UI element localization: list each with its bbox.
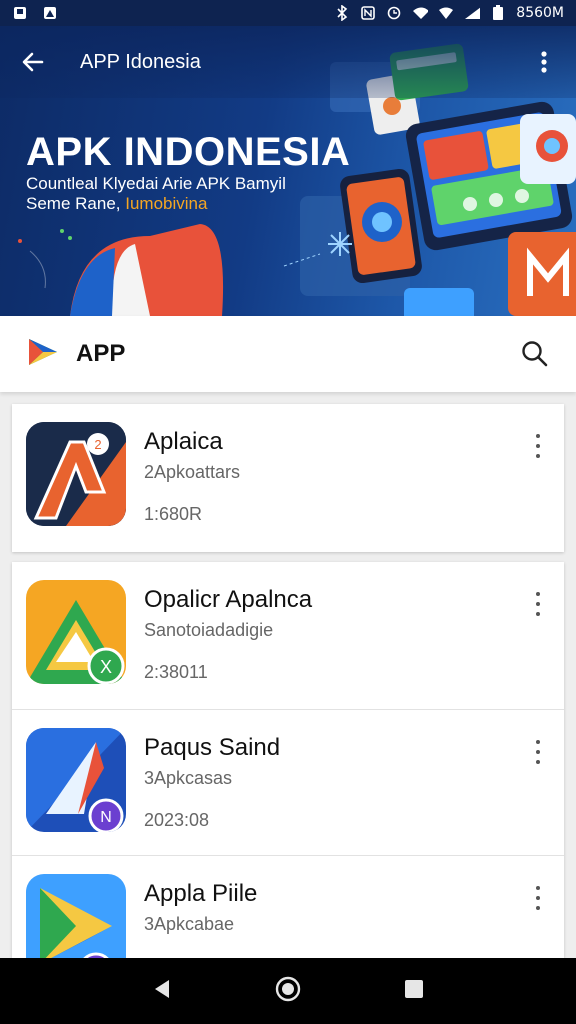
app-badge: X	[100, 657, 112, 677]
wifi-icon	[412, 5, 429, 21]
app-name: Appla Piile	[144, 880, 258, 907]
battery-icon	[490, 5, 506, 21]
banner-subtitle-line1: Countleal Klyedai Arie APK Bamyil	[26, 174, 286, 193]
status-bar: 8560M	[0, 0, 576, 26]
app-list-card: X Opalicr Apalnca Sanotoiadadigie 2:3801…	[12, 562, 564, 958]
orange-a-app-icon: 2	[26, 422, 126, 526]
search-icon[interactable]	[520, 339, 550, 369]
blue-a-app-icon: N	[26, 728, 126, 832]
banner-headline: APK INDONESIA	[26, 130, 351, 174]
app-name: Aplaica	[144, 428, 223, 455]
app-subtitle: Sanotoiadadigie	[144, 620, 274, 640]
store-logo-icon	[26, 335, 60, 374]
signal-icon	[464, 5, 481, 21]
banner-subtitle-accent: Iumobivina	[125, 194, 208, 213]
back-nav-icon[interactable]	[151, 978, 173, 1005]
hero-banner: APP Idonesia APK INDONESIA Countleal Kly…	[0, 26, 576, 316]
app-card: 2 Aplaica 2Apkoattars 1:680R	[12, 404, 564, 552]
recents-nav-icon[interactable]	[403, 978, 425, 1005]
status-time: 8560M	[516, 5, 564, 21]
app-subtitle: 2Apkoattars	[144, 462, 241, 482]
app-list-item[interactable]: N Paqus Saind 3Apkcasas 2023:08	[12, 710, 564, 856]
play-style-app-icon	[26, 874, 126, 958]
section-header-bar: APP	[0, 316, 576, 392]
notification-icon	[12, 5, 28, 21]
app-list-item[interactable]: 2 Aplaica 2Apkoattars 1:680R	[12, 404, 564, 552]
app-bar-title: APP Idonesia	[80, 50, 201, 73]
item-overflow-icon[interactable]	[530, 434, 546, 458]
banner-subtitle-line2: Seme Rane, Iumobivina	[26, 194, 207, 214]
overflow-menu-icon[interactable]	[532, 50, 556, 74]
bluetooth-icon	[334, 5, 350, 21]
sync-icon	[386, 5, 402, 21]
item-overflow-icon[interactable]	[530, 592, 546, 616]
item-overflow-icon[interactable]	[530, 886, 546, 910]
app-meta: 2023:08	[144, 810, 210, 830]
app-name: Paqus Saind	[144, 734, 281, 761]
app-list-item[interactable]: X Opalicr Apalnca Sanotoiadadigie 2:3801…	[12, 562, 564, 710]
nfc-icon	[360, 5, 376, 21]
back-arrow-icon[interactable]	[20, 46, 52, 78]
app-meta: 1:680R	[144, 504, 203, 524]
item-overflow-icon[interactable]	[530, 740, 546, 764]
app-subtitle: 3Apkcasas	[144, 768, 233, 788]
app-subtitle: 3Apkcabae	[144, 914, 235, 934]
top-app-bar: APP Idonesia	[0, 26, 576, 98]
home-nav-icon[interactable]	[275, 976, 301, 1007]
drive-style-app-icon: X	[26, 580, 126, 684]
app-badge: N	[100, 809, 112, 826]
app-list-item[interactable]: Appla Piile 3Apkcabae	[12, 856, 564, 958]
system-navigation-bar	[0, 958, 576, 1024]
section-label: APP	[76, 340, 126, 367]
banner-subtitle-plain: Seme Rane,	[26, 194, 126, 213]
app-meta: 2:38011	[144, 662, 208, 682]
app-name: Opalicr Apalnca	[144, 586, 313, 613]
data-icon	[438, 5, 454, 21]
app-badge: 2	[94, 437, 101, 452]
app-notification-icon	[42, 5, 58, 21]
